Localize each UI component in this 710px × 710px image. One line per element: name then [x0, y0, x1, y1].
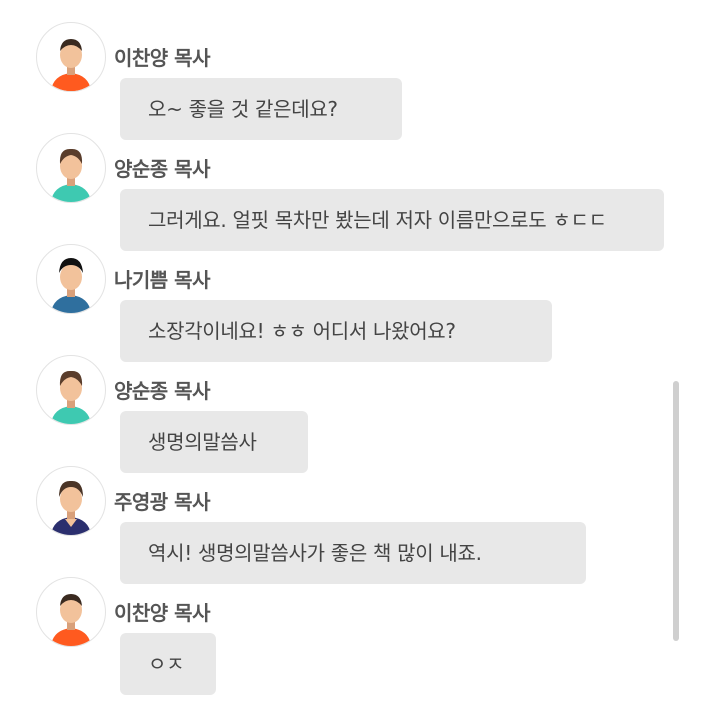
man-orange-shirt-avatar-icon — [51, 594, 91, 646]
avatar[interactable] — [36, 244, 106, 314]
chat-window: 이찬양 목사 오~ 좋을 것 같은데요? 양순종 목사 그러게요. 얼핏 목차만… — [0, 0, 710, 710]
message-bubble: 오~ 좋을 것 같은데요? — [120, 78, 402, 140]
sender-name: 양순종 목사 — [114, 157, 210, 181]
avatar[interactable] — [36, 577, 106, 647]
man-navy-shirt-avatar-icon — [51, 480, 91, 535]
avatar[interactable] — [36, 133, 106, 203]
sender-name: 이찬양 목사 — [114, 46, 210, 70]
avatar[interactable] — [36, 355, 106, 425]
man-blue-shirt-avatar-icon — [51, 258, 91, 313]
avatar[interactable] — [36, 466, 106, 536]
man-teal-shirt-avatar-icon — [51, 148, 91, 202]
man-orange-shirt-avatar-icon — [51, 39, 91, 91]
message-bubble: 생명의말씀사 — [120, 411, 308, 473]
man-teal-shirt-avatar-icon — [51, 370, 91, 424]
message-bubble: ㅇㅈ — [120, 633, 216, 695]
avatar[interactable] — [36, 22, 106, 92]
sender-name: 주영광 목사 — [114, 490, 210, 514]
message-bubble: 소장각이네요! ㅎㅎ 어디서 나왔어요? — [120, 300, 552, 362]
sender-name: 이찬양 목사 — [114, 601, 210, 625]
sender-name: 양순종 목사 — [114, 379, 210, 403]
message-bubble: 그러게요. 얼핏 목차만 봤는데 저자 이름만으로도 ㅎㄷㄷ — [120, 189, 664, 251]
scrollbar[interactable] — [673, 381, 679, 641]
message-bubble: 역시! 생명의말씀사가 좋은 책 많이 내죠. — [120, 522, 586, 584]
sender-name: 나기쁨 목사 — [114, 268, 210, 292]
